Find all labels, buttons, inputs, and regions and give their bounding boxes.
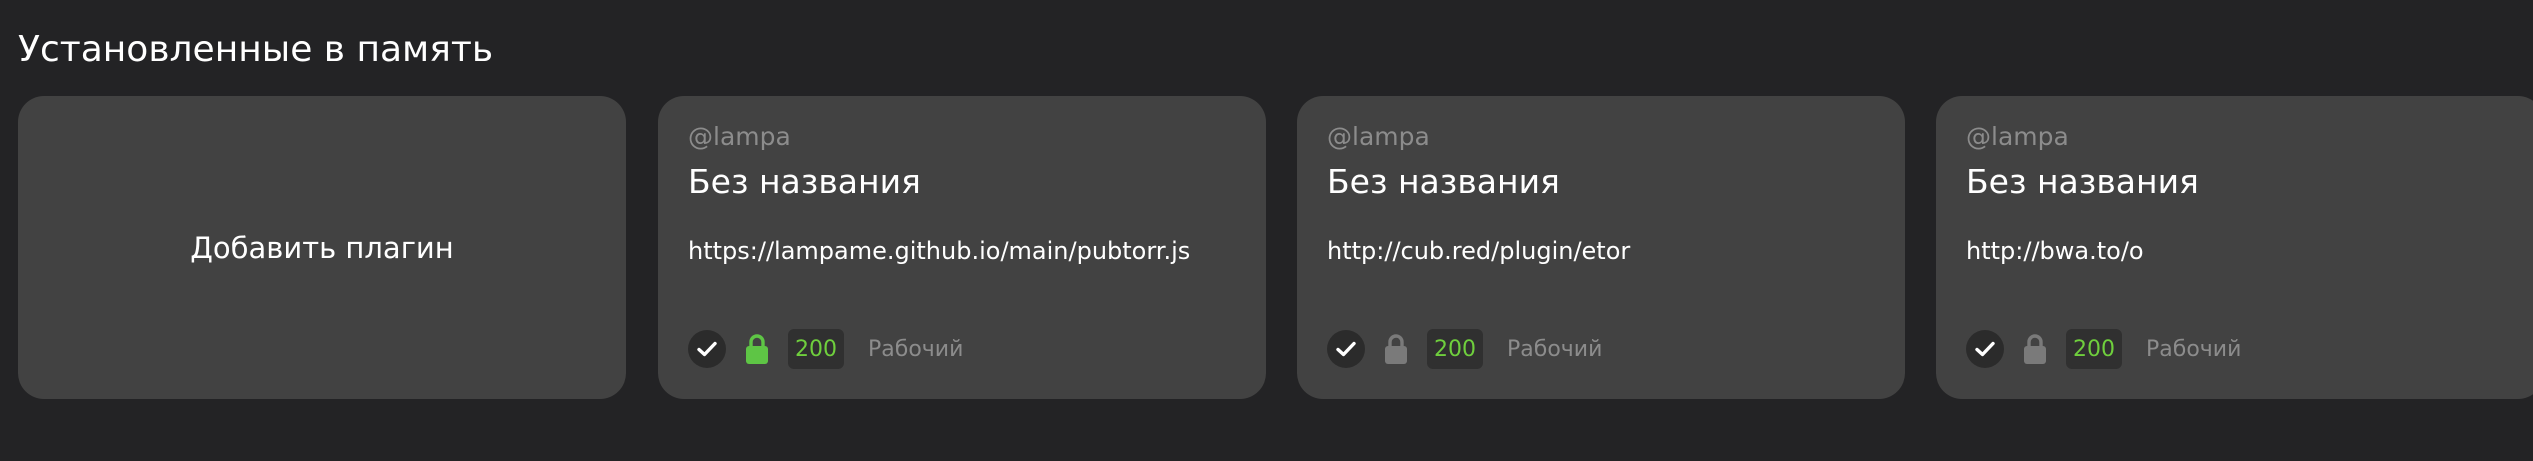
plugin-status-bar: 200 Рабочий	[1327, 329, 1602, 369]
plugin-url: https://lampame.github.io/main/pubtorr.j…	[688, 237, 1191, 265]
plugin-url: http://cub.red/plugin/etor	[1327, 237, 1631, 265]
plugin-name: Без названия	[688, 162, 921, 201]
status-text: Рабочий	[1507, 336, 1603, 362]
plugin-status-bar: 200 Рабочий	[1966, 329, 2241, 369]
plugin-status-bar: 200 Рабочий	[688, 329, 963, 369]
status-code-badge: 200	[1427, 329, 1483, 369]
status-code-badge: 200	[788, 329, 844, 369]
lock-icon	[1383, 332, 1409, 366]
checkmark-icon[interactable]	[688, 330, 726, 368]
status-text: Рабочий	[2146, 336, 2242, 362]
checkmark-icon[interactable]	[1966, 330, 2004, 368]
add-plugin-card[interactable]: Добавить плагин	[18, 96, 626, 399]
plugin-card[interactable]: @lampa Без названия https://lampame.gith…	[658, 96, 1266, 399]
plugin-author: @lampa	[1327, 122, 1430, 151]
plugin-author: @lampa	[688, 122, 791, 151]
checkmark-icon[interactable]	[1327, 330, 1365, 368]
plugin-author: @lampa	[1966, 122, 2069, 151]
lock-icon	[2022, 332, 2048, 366]
add-plugin-label: Добавить плагин	[190, 230, 454, 265]
plugin-card[interactable]: @lampa Без названия http://cub.red/plugi…	[1297, 96, 1905, 399]
lock-icon	[744, 332, 770, 366]
status-text: Рабочий	[868, 336, 964, 362]
plugin-name: Без названия	[1966, 162, 2199, 201]
plugin-url: http://bwa.to/o	[1966, 237, 2144, 265]
section-title: Установленные в память	[18, 29, 494, 70]
plugin-card[interactable]: @lampa Без названия http://bwa.to/o 200 …	[1936, 96, 2533, 399]
plugin-cards-row: Добавить плагин @lampa Без названия http…	[18, 96, 2533, 399]
status-code-badge: 200	[2066, 329, 2122, 369]
plugin-name: Без названия	[1327, 162, 1560, 201]
